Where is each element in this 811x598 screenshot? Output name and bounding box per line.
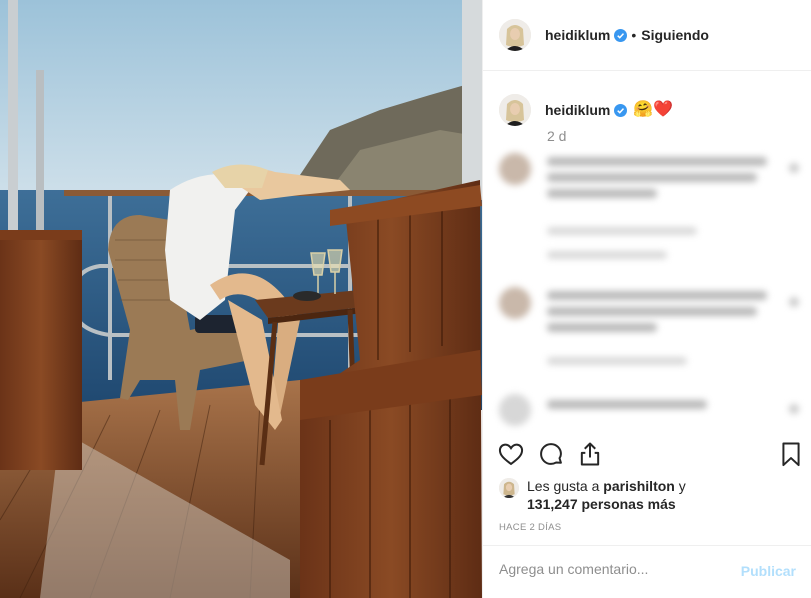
likes-summary: Les gusta a parishilton y 131,247 person… xyxy=(499,477,686,513)
bookmark-icon[interactable] xyxy=(777,440,805,468)
comment-avatar xyxy=(499,153,531,185)
post-caption: heidiklum 🤗❤️ xyxy=(499,94,673,126)
post-header: heidiklum • Siguiendo xyxy=(483,0,811,71)
header-username[interactable]: heidiklum xyxy=(545,27,610,43)
post-side-panel: heidiklum • Siguiendo heidiklum 🤗❤️ 2 d … xyxy=(482,0,811,598)
heart-outline-icon[interactable] xyxy=(497,440,525,468)
comment-input[interactable] xyxy=(499,561,729,577)
liker-avatar[interactable] xyxy=(499,478,519,498)
follow-status-button[interactable]: Siguiendo xyxy=(641,27,709,43)
caption-username[interactable]: heidiklum xyxy=(545,102,610,118)
action-bar xyxy=(483,440,811,472)
likes-count[interactable]: 131,247 xyxy=(527,496,578,512)
avatar-photo-icon xyxy=(499,94,531,126)
comment-like-icon xyxy=(789,297,799,307)
comment-bubble-icon[interactable] xyxy=(537,440,565,468)
caption-emojis: 🤗❤️ xyxy=(633,101,674,118)
comments-list[interactable] xyxy=(483,145,811,435)
photo-woman-on-boat-deck xyxy=(0,0,482,598)
likes-suffix[interactable]: personas más xyxy=(582,496,676,512)
publish-button[interactable]: Publicar xyxy=(741,563,796,579)
comment-avatar xyxy=(499,287,531,319)
comment-like-icon xyxy=(789,163,799,173)
liker-username[interactable]: parishilton xyxy=(603,478,675,494)
comment-avatar xyxy=(499,394,531,426)
likes-text: Les gusta a parishilton y 131,247 person… xyxy=(527,477,686,513)
caption-avatar[interactable] xyxy=(499,94,531,126)
avatar-photo-icon xyxy=(499,19,531,51)
avatar-photo-icon xyxy=(499,478,519,498)
comment-like-icon xyxy=(789,404,799,414)
likes-joiner: y xyxy=(674,478,686,494)
header-separator: • xyxy=(631,27,637,43)
verified-badge-icon xyxy=(614,28,628,42)
add-comment-bar: Publicar xyxy=(483,545,811,598)
post-photo[interactable] xyxy=(0,0,482,598)
instagram-post: heidiklum • Siguiendo heidiklum 🤗❤️ 2 d … xyxy=(0,0,811,598)
post-date[interactable]: Hace 2 días xyxy=(499,522,561,533)
avatar[interactable] xyxy=(499,19,531,51)
verified-badge-icon xyxy=(614,103,628,117)
likes-prefix: Les gusta a xyxy=(527,478,604,494)
share-upload-icon[interactable] xyxy=(576,440,604,468)
caption-time-ago[interactable]: 2 d xyxy=(547,128,566,144)
